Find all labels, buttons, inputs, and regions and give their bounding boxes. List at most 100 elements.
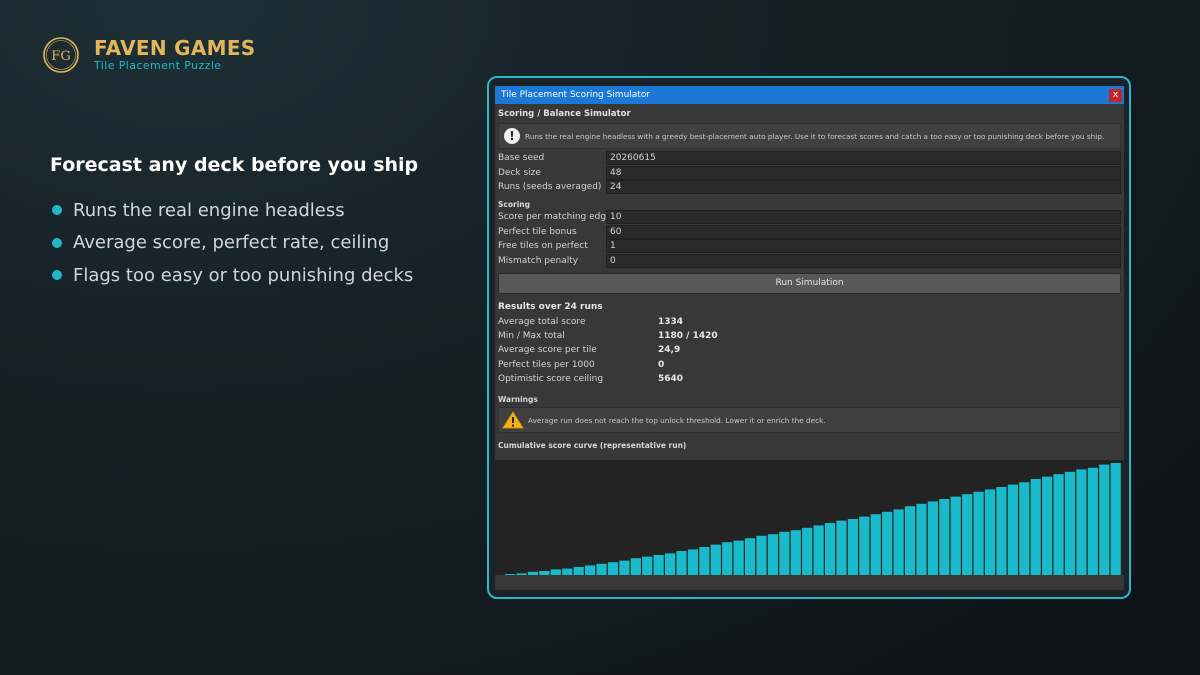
perfect-bonus-input[interactable]: 60 [606,224,1121,239]
feature-text: Average score, perfect rate, ceiling [73,232,390,254]
info-text: Runs the real engine headless with a gre… [525,131,1105,141]
curve-bar [607,562,619,575]
field-label: Perfect tile bonus [498,226,577,237]
window-titlebar[interactable]: Tile Placement Scoring Simulator x [495,86,1124,104]
curve-bar [836,520,847,575]
curve-bar [550,569,561,575]
field-runs: Runs (seeds averaged) 24 [498,179,1121,194]
feature-list: Runs the real engine headless Average sc… [52,194,413,292]
curve-bar [893,509,904,575]
curve-bar [813,525,824,575]
curve-bar [984,489,996,575]
field-label: Deck size [498,167,541,178]
curve-bar [779,531,790,575]
bullet-dot-icon [52,270,62,281]
brand: FG FAVEN GAMES Tile Placement Puzzle [42,36,256,74]
curve-bar [870,514,881,575]
curve-bar [733,540,744,575]
result-label: Optimistic score ceiling [498,374,604,385]
result-row: Average total score 1334 [498,315,1121,329]
curve-bar [744,538,756,575]
curve-bar [962,494,973,575]
result-label: Average score per tile [498,345,597,356]
field-label: Runs (seeds averaged) [498,181,602,192]
curve-bar [790,530,801,575]
curve-bar [619,560,630,575]
field-deck-size: Deck size 48 [498,165,1121,180]
curve-bar [847,519,859,575]
curve-bar [584,565,596,575]
result-label: Average total score [498,316,586,327]
run-simulation-button[interactable]: Run Simulation [498,272,1121,294]
curve-bar [927,501,938,575]
base-seed-input[interactable]: 20260615 [606,151,1121,166]
free-tiles-input[interactable]: 1 [606,239,1121,254]
feature-item: Average score, perfect rate, ceiling [52,227,413,260]
field-label: Score per matching edge [498,212,612,223]
curve-bar [859,516,870,575]
curve-bar [973,491,984,575]
curve-bar [824,523,836,575]
brand-subtitle: Tile Placement Puzzle [94,59,222,72]
curve-bar [1087,467,1098,575]
close-icon[interactable]: x [1109,88,1122,102]
results-title: Results over 24 runs [498,301,603,312]
curve-bar [505,574,516,575]
score-per-edge-input[interactable]: 10 [606,210,1121,225]
curve-bar [950,496,961,575]
curve-bar [939,499,950,575]
score-curve-chart [495,460,1124,575]
bullet-dot-icon [52,237,62,248]
field-free-tiles: Free tiles on perfect 1 [498,239,1121,254]
curve-bar [756,535,767,575]
curve-bar [664,553,676,575]
deck-size-input[interactable]: 48 [606,165,1121,180]
curve-bar [1030,479,1041,575]
field-label: Free tiles on perfect [498,241,588,252]
result-label: Perfect tiles per 1000 [498,359,595,370]
curve-title: Cumulative score curve (representative r… [498,441,687,451]
curve-bar [882,511,893,575]
result-label: Min / Max total [498,331,565,342]
warning-text: Average run does not reach the top unloc… [528,415,826,425]
result-value: 1180 / 1420 [658,331,718,342]
curve-bar [904,506,916,575]
result-value: 5640 [658,374,684,385]
feature-text: Flags too easy or too punishing decks [73,264,414,286]
curve-bar [1007,484,1018,575]
curve-bar [596,563,607,575]
feature-item: Flags too easy or too punishing decks [52,259,413,292]
mismatch-penalty-input[interactable]: 0 [606,253,1121,268]
result-row: Average score per tile 24,9 [498,343,1121,357]
curve-bar [996,487,1007,575]
result-value: 24,9 [658,345,681,356]
bullet-dot-icon [52,205,62,216]
curve-bar [642,556,653,575]
feature-text: Runs the real engine headless [73,199,345,221]
exclamation-circle-icon: ! [504,128,520,144]
curve-bar [1053,474,1064,575]
curve-bar [676,551,687,575]
curve-bar [1099,464,1110,575]
feature-item: Runs the real engine headless [52,194,413,227]
curve-bar [1110,463,1121,575]
result-value: 1334 [658,316,684,327]
curve-bar [1076,469,1087,575]
curve-bar [527,571,539,575]
warnings-title: Warnings [498,395,538,405]
curve-bar [1019,482,1030,575]
curve-bar [916,503,927,575]
headline: Forecast any deck before you ship [50,154,419,176]
runs-input[interactable]: 24 [606,179,1121,194]
field-score-per-edge: Score per matching edge 10 [498,210,1121,225]
curve-bar [710,544,721,575]
section-title: Scoring / Balance Simulator [498,109,631,119]
curve-bar [1042,476,1053,575]
scoring-title: Scoring [498,200,530,210]
field-label: Base seed [498,153,545,164]
curve-bar [767,534,779,575]
field-label: Mismatch penalty [498,255,579,266]
result-row: Perfect tiles per 1000 0 [498,358,1121,372]
curve-bar [630,558,641,575]
warning-box: Average run does not reach the top unloc… [498,407,1121,434]
